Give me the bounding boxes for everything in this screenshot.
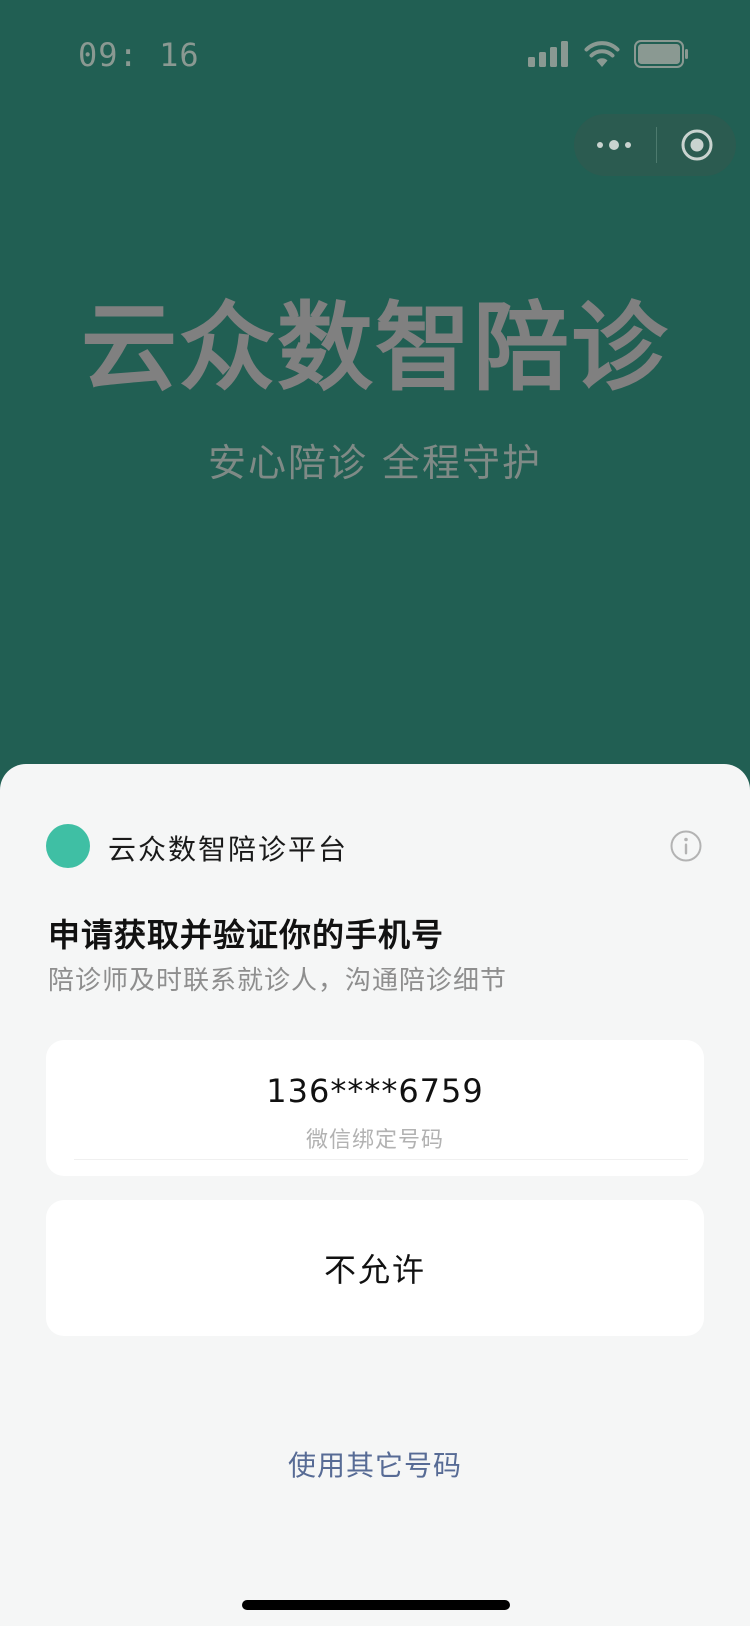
- phone-number-option[interactable]: 136****6759 微信绑定号码: [46, 1040, 704, 1176]
- status-icons: [528, 40, 690, 68]
- close-target-icon[interactable]: [680, 128, 714, 162]
- hero-title: 云众数智陪诊: [81, 292, 669, 404]
- mini-program-capsule: [574, 114, 736, 176]
- battery-icon: [634, 40, 688, 68]
- request-description: 陪诊师及时联系就诊人，沟通陪诊细节: [48, 966, 508, 996]
- request-title: 申请获取并验证你的手机号: [48, 916, 445, 954]
- hero-subtitle: 安心陪诊 全程守护: [207, 441, 543, 485]
- phone-number-label: 微信绑定号码: [305, 1128, 444, 1153]
- more-dots-icon[interactable]: [596, 139, 632, 151]
- phone-card-divider: [74, 1159, 688, 1160]
- app-name: 云众数智陪诊平台: [108, 833, 349, 866]
- home-indicator: [242, 1600, 510, 1610]
- screen: 09: 16 云众数智陪诊 安心陪诊 全程守护 云众数智陪诊平台 申请获取并验证…: [0, 0, 750, 1626]
- info-icon[interactable]: [670, 830, 702, 862]
- deny-button-label: 不允许: [323, 1251, 426, 1289]
- capsule-divider: [655, 127, 657, 163]
- signal-icon: [528, 41, 568, 67]
- phone-auth-sheet: 云众数智陪诊平台 申请获取并验证你的手机号 陪诊师及时联系就诊人，沟通陪诊细节 …: [0, 764, 750, 1626]
- app-logo: [46, 824, 90, 868]
- status-time: 09: 16: [78, 36, 200, 74]
- wifi-icon: [584, 41, 620, 67]
- deny-button[interactable]: 不允许: [46, 1200, 704, 1336]
- phone-number: 136****6759: [266, 1072, 484, 1110]
- use-other-number-link[interactable]: 使用其它号码: [0, 1444, 750, 1484]
